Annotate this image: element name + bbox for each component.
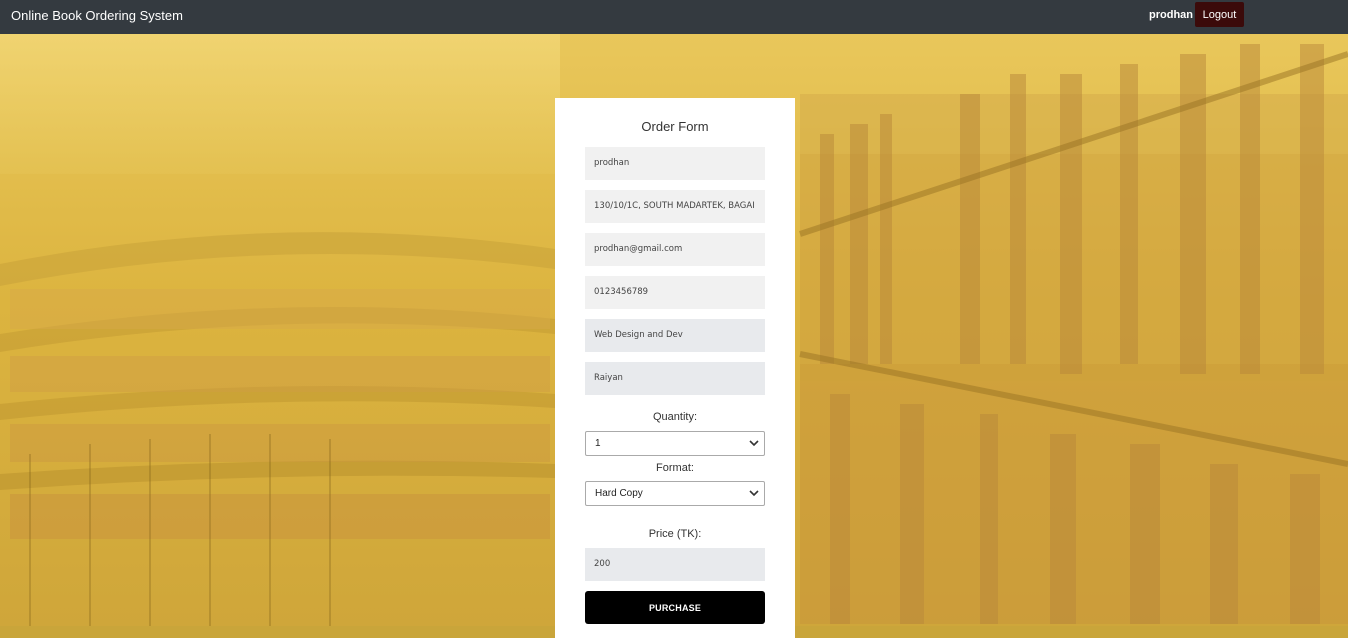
site-brand[interactable]: Online Book Ordering System bbox=[11, 8, 183, 23]
top-navbar: Online Book Ordering System prodhan Logo… bbox=[0, 0, 1348, 34]
name-field[interactable]: prodhan bbox=[585, 147, 765, 180]
order-form-card: Order Form prodhan 130/10/1C, SOUTH MADA… bbox=[555, 98, 795, 638]
quantity-label: Quantity: bbox=[652, 411, 698, 423]
format-value: Hard Copy bbox=[595, 488, 643, 499]
address-field[interactable]: 130/10/1C, SOUTH MADARTEK, BAGAI bbox=[585, 190, 765, 223]
form-title: Order Form bbox=[641, 119, 709, 134]
username-label: prodhan bbox=[1149, 9, 1193, 21]
email-field[interactable]: prodhan@gmail.com bbox=[585, 233, 765, 266]
purchase-button[interactable]: PURCHASE bbox=[585, 591, 765, 624]
phone-field[interactable]: 0123456789 bbox=[585, 276, 765, 309]
quantity-select[interactable]: 1 bbox=[585, 431, 765, 456]
price-label: Price (TK): bbox=[648, 528, 702, 540]
author-field[interactable]: Raiyan bbox=[585, 362, 765, 395]
quantity-value: 1 bbox=[595, 438, 601, 449]
format-select[interactable]: Hard Copy bbox=[585, 481, 765, 506]
chevron-down-icon bbox=[749, 490, 759, 497]
price-field[interactable]: 200 bbox=[585, 548, 765, 581]
book-title-field[interactable]: Web Design and Dev bbox=[585, 319, 765, 352]
format-label: Format: bbox=[656, 462, 694, 474]
chevron-down-icon bbox=[749, 440, 759, 447]
logout-button[interactable]: Logout bbox=[1195, 2, 1244, 27]
